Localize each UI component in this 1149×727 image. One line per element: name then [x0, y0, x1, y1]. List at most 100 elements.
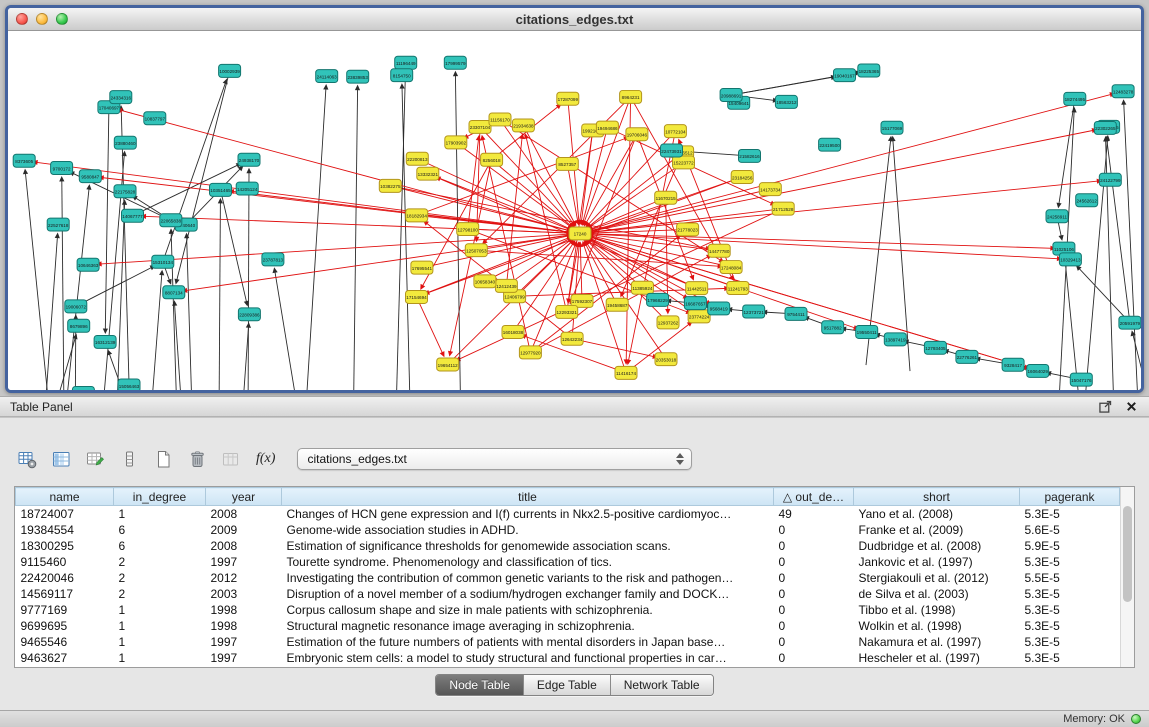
graph-node[interactable]: 10382275	[379, 179, 401, 192]
maximize-window-button[interactable]	[56, 13, 68, 25]
graph-node[interactable]: 8527357	[556, 157, 578, 170]
column-header[interactable]: pagerank	[1020, 488, 1120, 506]
graph-edge[interactable]	[25, 172, 48, 390]
graph-edge[interactable]	[572, 339, 655, 357]
window-titlebar[interactable]: citations_edges.txt	[8, 8, 1141, 31]
close-panel-icon[interactable]	[1123, 399, 1139, 415]
graph-node[interactable]: 11156170	[489, 113, 511, 126]
import-table-icon[interactable]	[220, 448, 242, 470]
graph-node[interactable]: 19006072	[65, 300, 87, 313]
graph-edge[interactable]	[580, 244, 582, 301]
graph-node[interactable]: 18563212	[775, 95, 797, 108]
graph-node[interactable]: 24258911	[1046, 210, 1068, 223]
graph-node[interactable]: 12373721	[743, 305, 765, 318]
graph-edge[interactable]	[354, 88, 358, 390]
graph-edge[interactable]	[396, 74, 405, 390]
table-scrollbar[interactable]	[1120, 487, 1134, 667]
graph-edge[interactable]	[221, 190, 247, 304]
graph-node[interactable]: 17287099	[557, 92, 579, 105]
graph-node[interactable]: 10646363	[77, 258, 99, 271]
graph-node[interactable]: 20070212	[72, 387, 94, 390]
graph-node[interactable]: 23774224	[688, 310, 710, 323]
column-header[interactable]: year	[206, 488, 282, 506]
graph-node[interactable]: 22527618	[47, 218, 69, 231]
graph-node[interactable]: 22065838	[160, 214, 182, 227]
graph-node[interactable]: 16018038	[502, 325, 524, 338]
graph-node[interactable]: 19706046	[626, 128, 648, 141]
graph-edge[interactable]	[731, 77, 834, 95]
graph-node[interactable]: 11241793	[727, 282, 749, 295]
table-row[interactable]: 1456911722003Disruption of a novel membe…	[16, 586, 1120, 602]
graph-node[interactable]: 12793405	[924, 341, 946, 354]
column-header[interactable]: △ out_de…	[774, 488, 854, 506]
graph-node[interactable]: 15047176	[1070, 373, 1092, 386]
graph-node[interactable]: 9328417	[1002, 358, 1024, 371]
table-row[interactable]: 1872400712008Changes of HCN gene express…	[16, 506, 1120, 523]
graph-node[interactable]: 14173734	[759, 183, 781, 196]
graph-node[interactable]: 19654112	[437, 358, 459, 371]
graph-node[interactable]: 9700172	[51, 162, 73, 175]
graph-node[interactable]: 10002939	[219, 64, 241, 77]
graph-node[interactable]: 24334316	[110, 91, 132, 104]
graph-node[interactable]: 22175828	[114, 185, 136, 198]
trash-icon[interactable]	[186, 448, 208, 470]
graph-node[interactable]: 15310134	[152, 255, 174, 268]
graph-edge[interactable]	[219, 201, 220, 390]
table-mode-icon[interactable]	[16, 448, 38, 470]
graph-node[interactable]: 10351465	[210, 183, 232, 196]
memory-status[interactable]: Memory: OK	[1063, 713, 1125, 725]
table-row[interactable]: 1938455462009Genome-wide association stu…	[16, 522, 1120, 538]
graph-node[interactable]: 21582616	[739, 149, 761, 162]
table-select-dropdown[interactable]: citations_edges.txt	[297, 448, 692, 470]
graph-node[interactable]: 12293321	[556, 305, 578, 318]
graph-edge[interactable]	[523, 125, 575, 223]
graph-node[interactable]: 10329413	[1059, 253, 1081, 266]
graph-node[interactable]: 8154750	[391, 69, 413, 82]
graph-node[interactable]: 23184256	[731, 171, 753, 184]
graph-node[interactable]: 14205124	[236, 182, 258, 195]
graph-node[interactable]: 22419500	[819, 138, 841, 151]
table-row[interactable]: 911546021997Tourette syndrome. Phenomeno…	[16, 554, 1120, 570]
graph-node[interactable]: 8964231	[620, 90, 642, 103]
column-header[interactable]: short	[854, 488, 1020, 506]
graph-node[interactable]: 12483278	[1112, 85, 1134, 98]
graph-node[interactable]: 10837797	[144, 112, 166, 125]
graph-node[interactable]: 17968229	[647, 293, 669, 306]
graph-edge[interactable]	[248, 171, 249, 390]
graph-node[interactable]: 18182934	[406, 209, 428, 222]
graph-node[interactable]: 21934638	[512, 119, 534, 132]
graph-edge[interactable]	[176, 71, 229, 282]
graph-node[interactable]: 11385924	[631, 281, 653, 294]
graph-node[interactable]: 17903902	[445, 136, 467, 149]
graph-node[interactable]: 9754411	[785, 307, 807, 320]
graph-node[interactable]: 19040167	[834, 69, 856, 82]
graph-node[interactable]: 21778023	[677, 223, 699, 236]
graph-node[interactable]: 20988691	[720, 89, 742, 102]
graph-edge[interactable]	[1078, 267, 1130, 322]
graph-node[interactable]: 10658340	[474, 275, 496, 288]
graph-node[interactable]: 24562612	[1076, 194, 1098, 207]
column-header[interactable]: title	[282, 488, 774, 506]
graph-edge[interactable]	[428, 174, 570, 230]
graph-edge[interactable]	[62, 179, 64, 390]
graph-node[interactable]: 19550411	[856, 325, 878, 338]
edit-table-icon[interactable]	[84, 448, 106, 470]
graph-node[interactable]: 22473931	[661, 144, 683, 157]
tab-edge-table[interactable]: Edge Table	[524, 675, 611, 695]
graph-node[interactable]: 11442511	[686, 282, 708, 295]
graph-node[interactable]: 12412439	[495, 279, 517, 292]
graph-node[interactable]: 23307104	[469, 120, 491, 133]
column-header[interactable]: name	[16, 488, 114, 506]
tab-network-table[interactable]: Network Table	[611, 675, 713, 695]
graph-edge[interactable]	[402, 86, 410, 390]
network-canvas[interactable]: 1724021778023144777801724808411241793114…	[8, 32, 1141, 390]
graph-node[interactable]: 9580847	[79, 170, 101, 183]
graph-node[interactable]: 17999579	[444, 56, 466, 69]
graph-edge[interactable]	[46, 236, 58, 390]
graph-node[interactable]: 18225365	[858, 64, 880, 77]
graph-edge[interactable]	[306, 87, 326, 390]
graph-node[interactable]: 14477780	[708, 244, 730, 257]
graph-node[interactable]: 23787813	[262, 253, 284, 266]
table-row[interactable]: 1830029562008Estimation of significance …	[16, 538, 1120, 554]
graph-edge[interactable]	[568, 130, 592, 301]
